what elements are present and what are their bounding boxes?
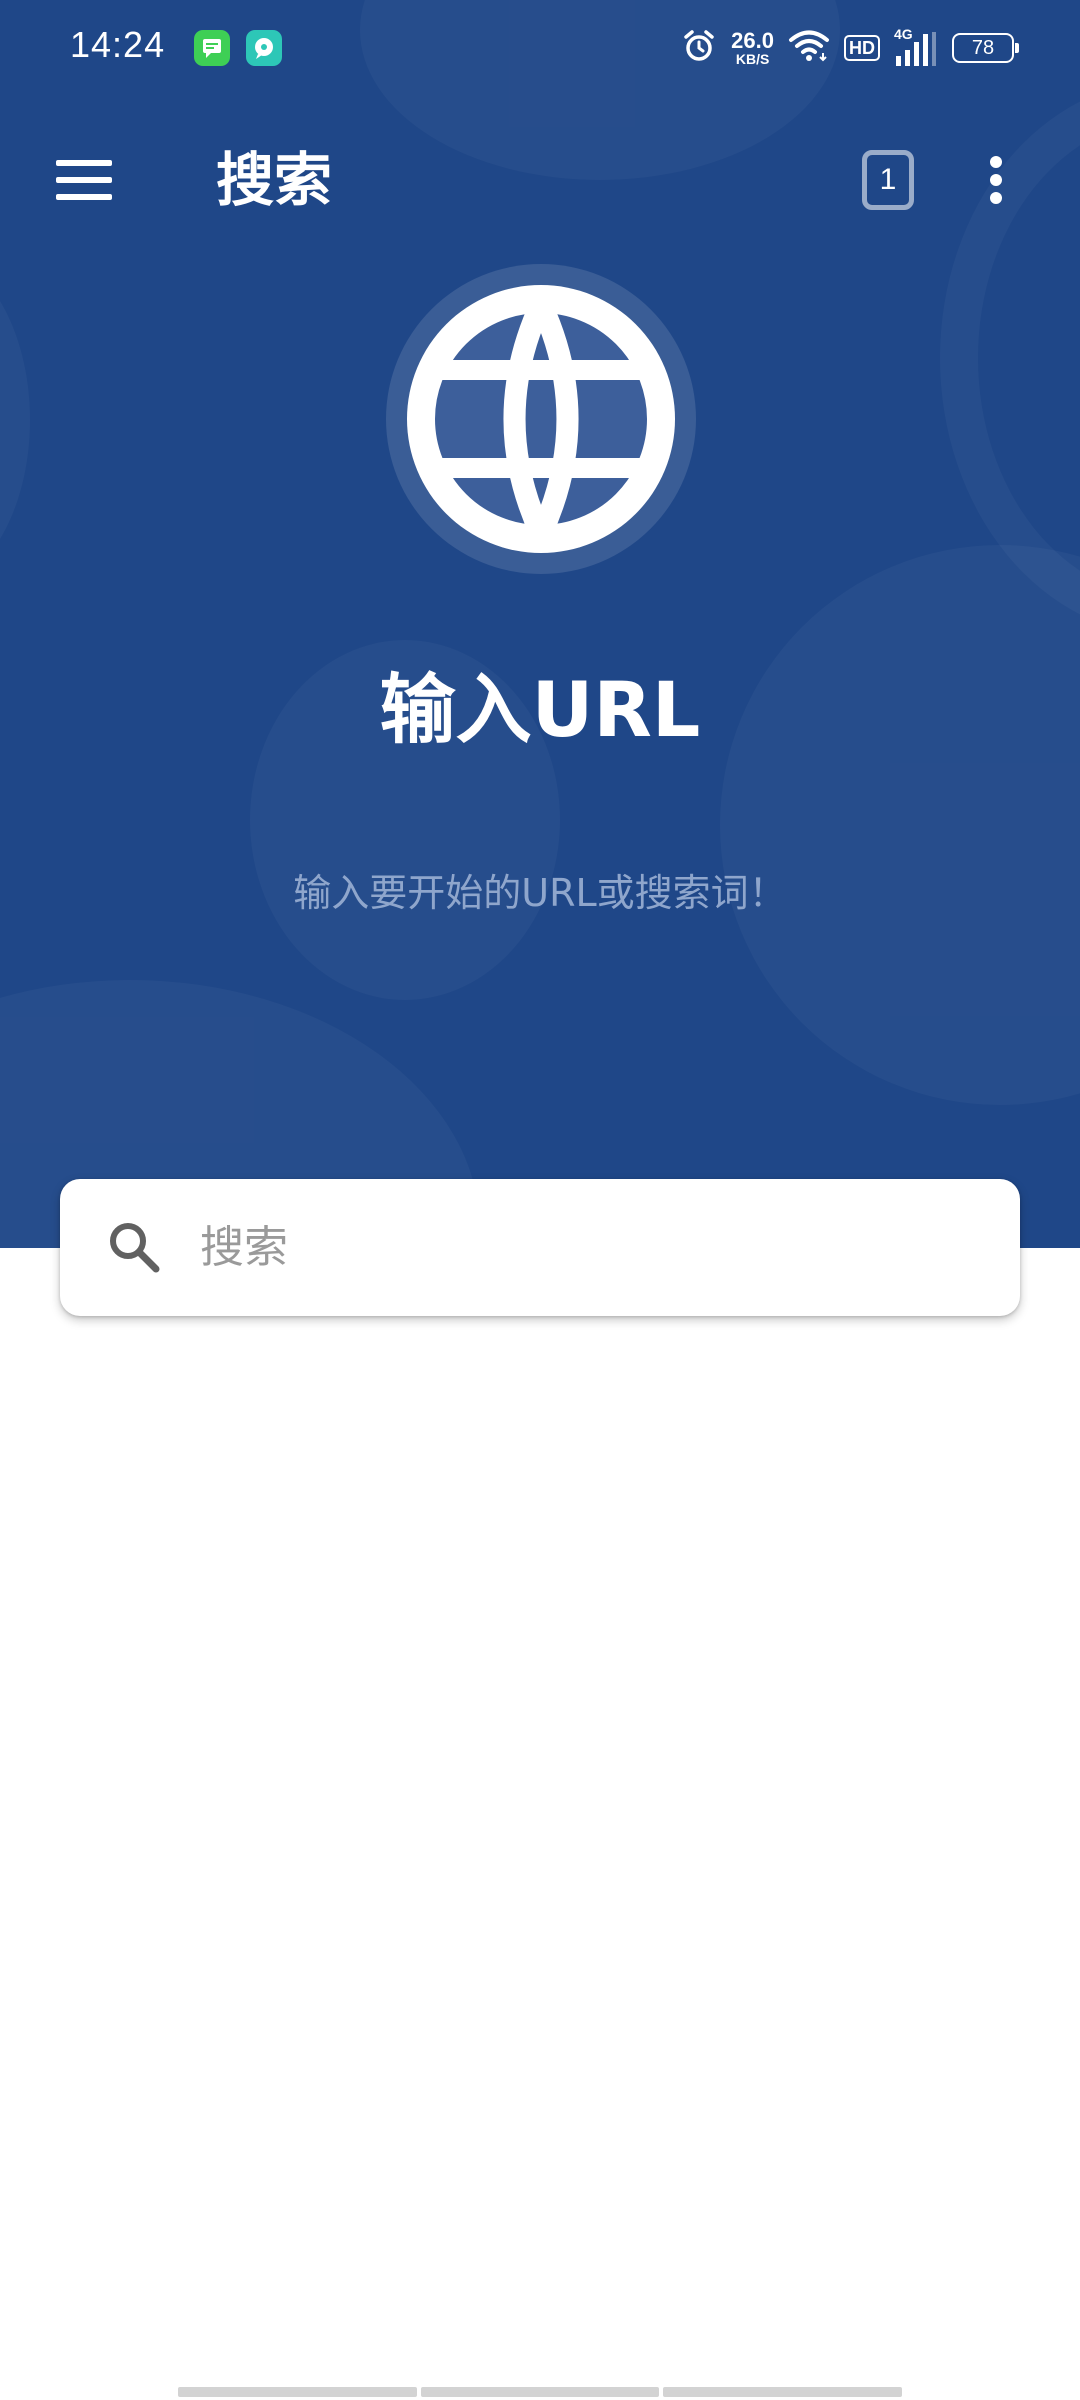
chat-app-icon (246, 30, 282, 66)
header-hero: 14:24 26.0 KB/S HD 4G 78 搜索 1 输入URL 输入要开… (0, 0, 1080, 1248)
gesture-segment (178, 2387, 417, 2397)
gesture-segment (420, 2387, 660, 2397)
tab-count-button[interactable]: 1 (862, 150, 914, 210)
hd-voice-badge: HD (844, 35, 880, 61)
network-speed-value: 26.0 (731, 28, 774, 53)
wifi-icon (788, 29, 830, 67)
cellular-signal-icon: 4G (894, 26, 938, 68)
search-input[interactable] (200, 1209, 980, 1285)
alarm-icon (681, 28, 717, 68)
gesture-segment (663, 2387, 903, 2397)
network-speed-unit: KB/S (735, 51, 770, 67)
battery-level: 78 (971, 36, 995, 59)
status-time: 14:24 (70, 24, 166, 65)
battery-indicator: 78 (952, 33, 1019, 63)
search-bar[interactable] (60, 1179, 1020, 1316)
tab-count: 1 (879, 163, 897, 196)
more-vert-icon[interactable] (976, 150, 1016, 210)
decorative-circle (0, 250, 30, 590)
decorative-circle (720, 545, 1080, 1105)
globe-icon (386, 264, 696, 574)
status-bar: 14:24 26.0 KB/S HD 4G 78 (0, 0, 1080, 96)
status-indicators: 26.0 KB/S HD 4G 78 (667, 26, 1019, 70)
hero-heading: 输入URL (379, 665, 701, 754)
messages-app-icon (194, 30, 230, 66)
page-title: 搜索 (216, 146, 333, 214)
network-speed: 26.0 KB/S (731, 28, 774, 67)
search-icon (104, 1217, 164, 1277)
hero-subtitle: 输入要开始的URL或搜索词！ (293, 871, 787, 915)
hamburger-menu-icon[interactable] (48, 150, 120, 210)
gesture-navigation-bar[interactable] (178, 2387, 903, 2397)
